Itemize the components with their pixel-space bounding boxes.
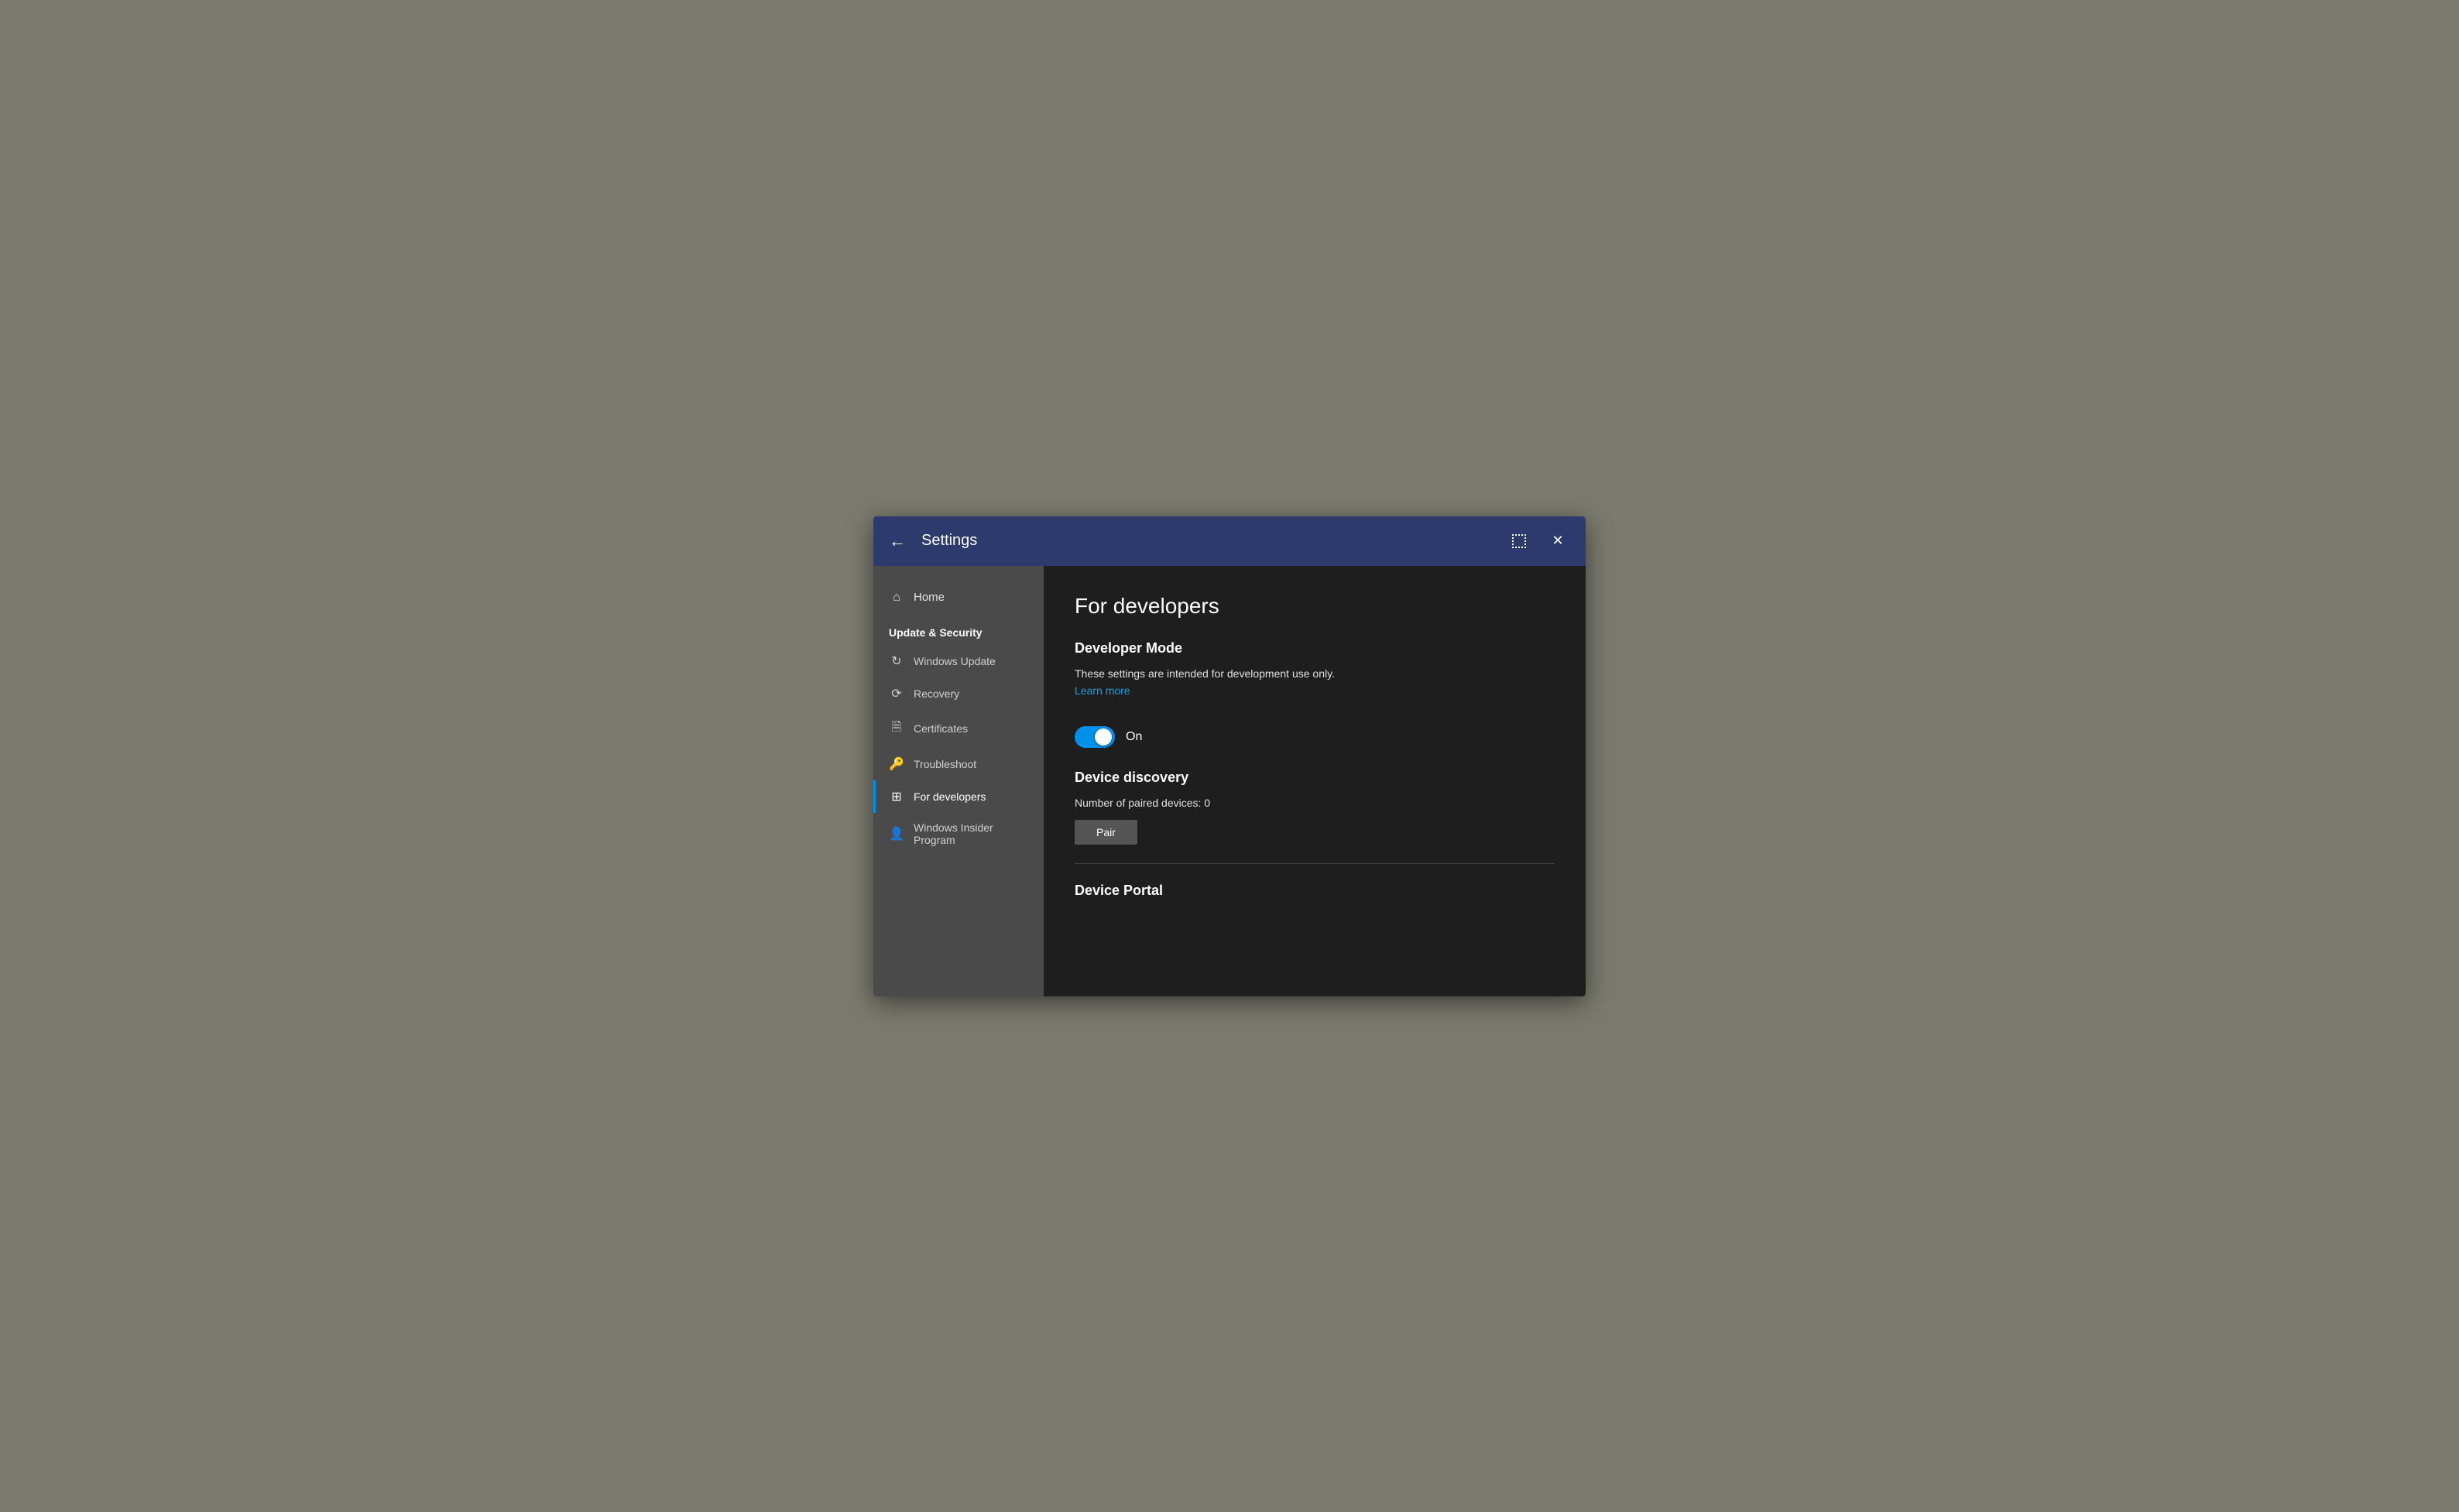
sidebar-item-windows-insider[interactable]: 👤 Windows Insider Program <box>873 813 1044 855</box>
developer-mode-toggle-row: On <box>1075 726 1555 748</box>
sidebar-section-title: Update & Security <box>873 614 1044 645</box>
windows-insider-icon: 👤 <box>889 826 904 842</box>
sidebar-item-troubleshoot[interactable]: 🔑 Troubleshoot <box>873 748 1044 780</box>
device-portal-title: Device Portal <box>1075 883 1555 899</box>
content-area: ⌂ Home Update & Security ↻ Windows Updat… <box>873 566 1586 996</box>
restore-button[interactable] <box>1507 529 1531 554</box>
window-controls: ✕ <box>1507 529 1570 554</box>
developer-mode-description: These settings are intended for developm… <box>1075 667 1555 680</box>
pair-button[interactable]: Pair <box>1075 820 1137 845</box>
for-developers-icon: ⊞ <box>889 789 904 804</box>
toggle-state-label: On <box>1126 730 1142 744</box>
developer-mode-title: Developer Mode <box>1075 640 1555 657</box>
titlebar: ← Settings ✕ <box>873 516 1586 566</box>
sidebar: ⌂ Home Update & Security ↻ Windows Updat… <box>873 566 1044 996</box>
sidebar-item-label: Certificates <box>914 722 968 735</box>
learn-more-link[interactable]: Learn more <box>1075 684 1130 697</box>
sidebar-item-label: Windows Insider Program <box>914 821 1028 846</box>
certificates-icon: 🗎 <box>889 718 904 739</box>
device-discovery-section: Device discovery Number of paired device… <box>1075 770 1555 845</box>
paired-devices-text: Number of paired devices: 0 <box>1075 797 1555 809</box>
windows-update-icon: ↻ <box>889 653 904 669</box>
sidebar-item-label: Recovery <box>914 687 959 700</box>
sidebar-item-home[interactable]: ⌂ Home <box>873 581 1044 614</box>
developer-mode-toggle[interactable] <box>1075 726 1115 748</box>
restore-icon <box>1512 534 1526 548</box>
recovery-icon: ⟳ <box>889 686 904 701</box>
close-button[interactable]: ✕ <box>1545 529 1570 554</box>
sidebar-item-certificates[interactable]: 🗎 Certificates <box>873 710 1044 748</box>
sidebar-home-label: Home <box>914 591 945 604</box>
window-title: Settings <box>921 532 1507 550</box>
troubleshoot-icon: 🔑 <box>889 756 904 772</box>
settings-window: ← Settings ✕ ⌂ Home Update & Security ↻ … <box>873 516 1586 996</box>
sidebar-item-for-developers[interactable]: ⊞ For developers <box>873 780 1044 813</box>
sidebar-item-label: Windows Update <box>914 655 996 667</box>
page-title: For developers <box>1075 594 1555 619</box>
main-content: For developers Developer Mode These sett… <box>1044 566 1586 996</box>
sidebar-item-label: Troubleshoot <box>914 758 976 770</box>
home-icon: ⌂ <box>889 591 904 605</box>
sidebar-item-recovery[interactable]: ⟳ Recovery <box>873 677 1044 710</box>
section-divider <box>1075 863 1555 864</box>
back-button[interactable]: ← <box>889 531 906 551</box>
toggle-knob <box>1095 729 1112 746</box>
device-discovery-title: Device discovery <box>1075 770 1555 786</box>
sidebar-item-windows-update[interactable]: ↻ Windows Update <box>873 645 1044 677</box>
sidebar-item-label: For developers <box>914 790 986 803</box>
